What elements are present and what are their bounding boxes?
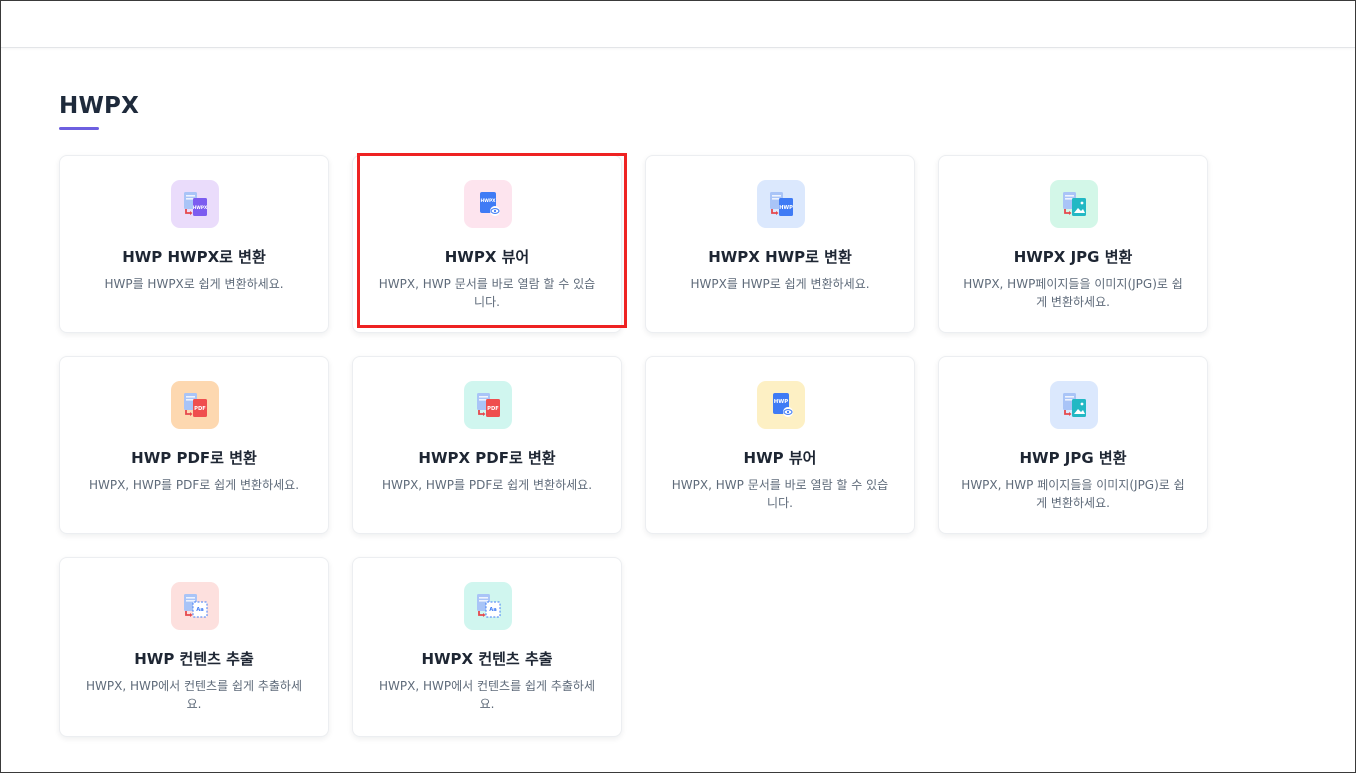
- card-description: HWPX, HWP를 PDF로 쉽게 변환하세요.: [381, 478, 593, 492]
- top-header-bar: [1, 1, 1355, 48]
- convert-hwpx-icon: HWPX: [171, 180, 219, 228]
- convert-hwp-icon: HWP: [757, 180, 805, 228]
- card-description: HWPX, HWP에서 컨텐츠를 쉽게 추출하세요.: [378, 679, 596, 711]
- tool-card[interactable]: Aa HWPX 컨텐츠 추출 HWPX, HWP에서 컨텐츠를 쉽게 추출하세요.: [352, 557, 622, 737]
- card-description: HWPX, HWP에서 컨텐츠를 쉽게 추출하세요.: [85, 679, 303, 711]
- tool-card[interactable]: HWPX JPG 변환 HWPX, HWP페이지들을 이미지(JPG)로 쉽게 변…: [938, 155, 1208, 333]
- section-title-underline: [59, 127, 99, 130]
- section-title: HWPX: [59, 93, 140, 119]
- card-title: HWPX JPG 변환: [1013, 248, 1133, 266]
- svg-text:PDF: PDF: [487, 406, 499, 412]
- extract-content-icon: Aa: [464, 582, 512, 630]
- svg-text:Aa: Aa: [196, 607, 204, 613]
- tool-card[interactable]: HWP HWPX HWP로 변환 HWPX를 HWP로 쉽게 변환하세요.: [645, 155, 915, 333]
- svg-text:HWPX: HWPX: [480, 198, 496, 204]
- card-title: HWP HWPX로 변환: [122, 248, 266, 266]
- card-description: HWP를 HWPX로 쉽게 변환하세요.: [104, 277, 284, 291]
- convert-jpg-icon: [1050, 381, 1098, 429]
- card-title: HWPX 뷰어: [444, 248, 530, 266]
- convert-jpg-icon: [1050, 180, 1098, 228]
- tool-card[interactable]: PDF HWPX PDF로 변환 HWPX, HWP를 PDF로 쉽게 변환하세요.: [352, 356, 622, 534]
- tool-card[interactable]: HWPX HWP HWPX로 변환 HWP를 HWPX로 쉽게 변환하세요.: [59, 155, 329, 333]
- card-title: HWP 뷰어: [743, 449, 817, 467]
- card-title: HWPX PDF로 변환: [418, 449, 556, 467]
- svg-text:HWP: HWP: [779, 205, 793, 211]
- card-description: HWPX, HWP 문서를 바로 열람 할 수 있습니다.: [671, 478, 889, 510]
- card-title: HWP JPG 변환: [1019, 449, 1127, 467]
- svg-text:HWPX: HWPX: [193, 205, 208, 210]
- tool-card[interactable]: PDF HWP PDF로 변환 HWPX, HWP를 PDF로 쉽게 변환하세요.: [59, 356, 329, 534]
- extract-content-icon: Aa: [171, 582, 219, 630]
- convert-pdf-icon: PDF: [171, 381, 219, 429]
- card-description: HWPX, HWP 문서를 바로 열람 할 수 있습니다.: [378, 277, 596, 309]
- card-title: HWPX 컨텐츠 추출: [421, 650, 553, 668]
- card-title: HWPX HWP로 변환: [708, 248, 852, 266]
- svg-text:PDF: PDF: [194, 406, 206, 412]
- tool-card[interactable]: HWP HWP 뷰어 HWPX, HWP 문서를 바로 열람 할 수 있습니다.: [645, 356, 915, 534]
- tool-card[interactable]: HWP JPG 변환 HWPX, HWP 페이지들을 이미지(JPG)로 쉽게 변…: [938, 356, 1208, 534]
- card-description: HWPX를 HWP로 쉽게 변환하세요.: [690, 277, 870, 291]
- card-title: HWP 컨텐츠 추출: [134, 650, 254, 668]
- convert-pdf-icon: PDF: [464, 381, 512, 429]
- card-title: HWP PDF로 변환: [131, 449, 257, 467]
- tool-card[interactable]: HWPX HWPX 뷰어 HWPX, HWP 문서를 바로 열람 할 수 있습니다.: [352, 155, 622, 333]
- card-description: HWPX, HWP 페이지들을 이미지(JPG)로 쉽게 변환하세요.: [961, 478, 1185, 510]
- card-description: HWPX, HWP페이지들을 이미지(JPG)로 쉽게 변환하세요.: [963, 277, 1183, 309]
- svg-text:Aa: Aa: [489, 607, 497, 613]
- hwpx-viewer-icon: HWPX: [464, 180, 512, 228]
- hwp-viewer-icon: HWP: [757, 381, 805, 429]
- tool-card[interactable]: Aa HWP 컨텐츠 추출 HWPX, HWP에서 컨텐츠를 쉽게 추출하세요.: [59, 557, 329, 737]
- svg-text:HWP: HWP: [774, 399, 788, 405]
- card-description: HWPX, HWP를 PDF로 쉽게 변환하세요.: [88, 478, 300, 492]
